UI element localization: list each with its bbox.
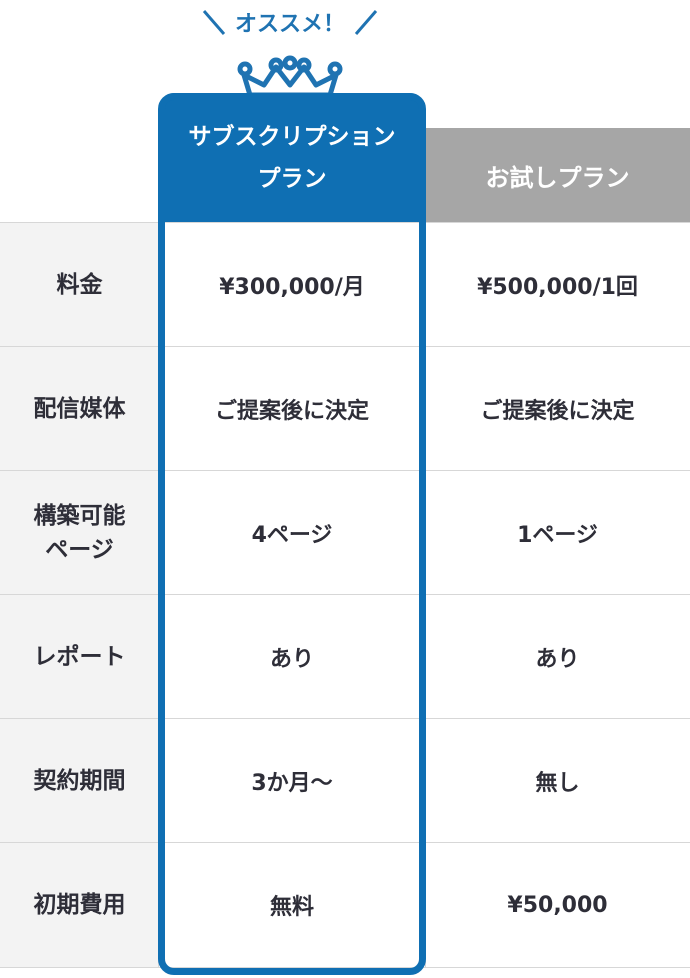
trial-plan-name: お試しプラン bbox=[485, 163, 630, 192]
row-label-text: 初期費用 bbox=[33, 892, 126, 918]
row-label-line2: ページ bbox=[45, 536, 114, 563]
trial-term: 無し bbox=[535, 770, 580, 796]
row-label: 料金 bbox=[0, 223, 159, 346]
trial-media: ご提案後に決定 bbox=[480, 398, 635, 424]
recommend-badge: オススメ！ bbox=[175, 2, 405, 42]
trial-value: 1ページ bbox=[425, 471, 690, 594]
trial-value: ¥500,000/1回 bbox=[425, 223, 690, 346]
trial-value: 無し bbox=[425, 719, 690, 842]
row-label: 配信媒体 bbox=[0, 347, 159, 470]
row-label: 契約期間 bbox=[0, 719, 159, 842]
trial-value: ¥50,000 bbox=[425, 843, 690, 967]
row-label: レポート bbox=[0, 595, 159, 718]
trial-report: あり bbox=[535, 646, 580, 672]
row-label-text: 契約期間 bbox=[33, 767, 126, 794]
trial-price: ¥500,000/1回 bbox=[477, 274, 638, 300]
trial-plan-header: お試しプラン bbox=[425, 128, 690, 222]
right-slash-icon bbox=[354, 10, 378, 35]
row-label-text: レポート bbox=[33, 643, 126, 670]
trial-pages: 1ページ bbox=[517, 522, 598, 548]
recommend-text: オススメ！ bbox=[234, 12, 345, 37]
row-label: 初期費用 bbox=[0, 843, 159, 967]
recommended-column-frame bbox=[158, 93, 426, 975]
trial-initial-fee: ¥50,000 bbox=[507, 892, 608, 918]
trial-value: あり bbox=[425, 595, 690, 718]
row-label-line1: 構築可能 bbox=[33, 502, 126, 529]
row-label: 構築可能 ページ bbox=[0, 471, 159, 594]
left-slash-icon bbox=[202, 10, 226, 35]
row-label-text: 料金 bbox=[56, 271, 103, 298]
trial-value: ご提案後に決定 bbox=[425, 347, 690, 470]
row-label-text: 配信媒体 bbox=[33, 395, 126, 422]
